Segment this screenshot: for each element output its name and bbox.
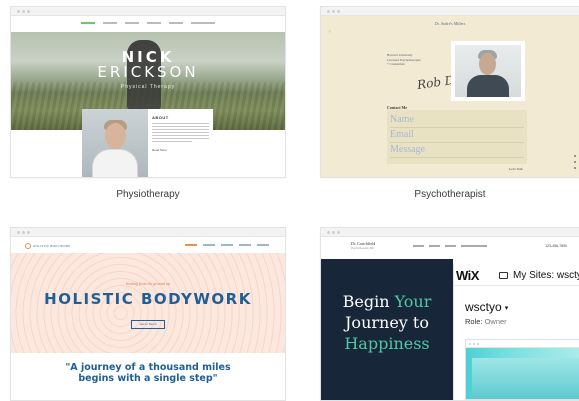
template-card-holistic-bodywork[interactable]: HOLISTIC BODYWORK healing from the groun…	[11, 228, 285, 400]
preview-doctor-name: Dr. Andre's Millers	[434, 21, 466, 26]
preview-kicker: healing from the ground up	[126, 281, 170, 286]
preview-portrait	[451, 41, 525, 101]
preview-nav-arrow-icon: ‹	[329, 29, 331, 35]
preview-pager-dots	[574, 155, 576, 169]
wix-logo[interactable]: WiX	[456, 268, 479, 283]
template-card-physiotherapy[interactable]: NICK ERICKSON Physical Therapy ABOUT Rea…	[11, 7, 285, 177]
wix-my-sites-panel: WiX My Sites: wsctyo wsctyo▾ Role: Owner	[453, 264, 579, 400]
preview-read-more: Read More	[152, 148, 167, 152]
chevron-down-icon[interactable]: ▾	[505, 305, 509, 312]
preview-name-field: Name	[390, 113, 524, 128]
template-card-psychotherapist[interactable]: Dr. Andre's Millers ‹ Harvard University…	[321, 7, 579, 177]
site-icon	[499, 272, 508, 279]
preview-headline: Begin Your Journey to Happiness	[342, 292, 432, 353]
site-role: Role: Owner	[465, 317, 507, 326]
preview-doctor-name: Dr. Crutchfield	[351, 241, 376, 246]
preview-message-field: Message	[390, 143, 524, 158]
preview-name: NICK ERICKSON	[97, 48, 199, 81]
template-caption-physiotherapy[interactable]: Physiotherapy	[11, 189, 285, 200]
template-card-journey-to-happiness[interactable]: Dr. Crutchfield Psychotherapist, MD 123-…	[321, 228, 579, 400]
preview-email-field: Email	[390, 128, 524, 143]
browser-chrome	[321, 7, 579, 16]
wix-top-bar: WiX My Sites: wsctyo	[454, 264, 579, 286]
site-name: wsctyo	[465, 300, 502, 314]
preview-nav: HOLISTIC BODYWORK	[11, 237, 285, 253]
preview-contact-form: Name Email Message	[387, 110, 527, 164]
preview-doctor-subtitle: Psychotherapist, MD	[351, 247, 375, 250]
preview-subtitle: Physical Therapy	[120, 84, 176, 90]
preview-phone: 123-456-7890	[545, 244, 567, 248]
preview-submit: Let's Talk	[509, 167, 523, 171]
preview-cta-button: Get in Touch	[131, 320, 165, 329]
preview-nav: Dr. Crutchfield Psychotherapist, MD 123-…	[321, 237, 579, 259]
browser-chrome	[321, 228, 579, 237]
template-caption-psychotherapist[interactable]: Psychotherapist	[321, 189, 579, 200]
site-switcher[interactable]: wsctyo ▾	[465, 300, 508, 314]
preview-logo: HOLISTIC BODYWORK	[25, 243, 71, 249]
my-sites-title: My Sites: wsctyo	[513, 270, 579, 281]
site-thumbnail[interactable]	[465, 339, 579, 400]
preview-headline: HOLISTIC BODYWORK	[44, 290, 252, 308]
browser-chrome	[11, 228, 285, 237]
preview-portrait	[82, 109, 148, 177]
preview-quote: "A journey of a thousand miles begins wi…	[65, 362, 231, 384]
preview-nav	[11, 16, 285, 32]
preview-about-heading: ABOUT	[152, 115, 169, 120]
preview-about-box: ABOUT Read More	[148, 109, 213, 177]
preview-qualifications: Harvard University Licensed Psychotherap…	[387, 53, 421, 66]
browser-chrome	[11, 7, 285, 16]
